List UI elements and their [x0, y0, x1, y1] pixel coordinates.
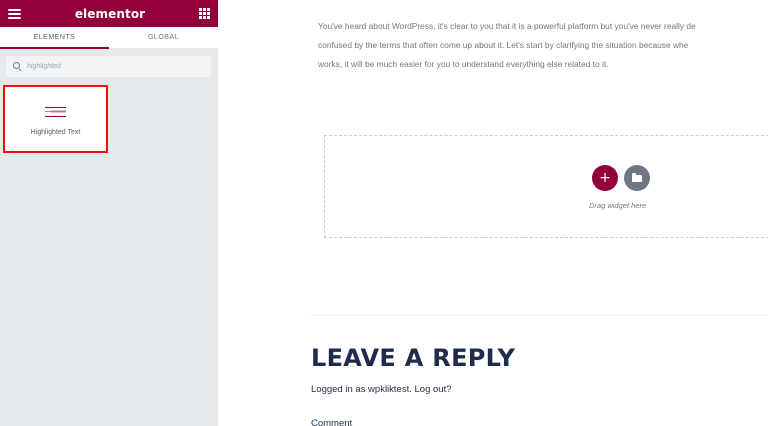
- logged-in-note: Logged in as wpkliktest. Log out?: [311, 384, 452, 395]
- folder-icon: [632, 173, 642, 182]
- intro-paragraph: You've heard about WordPress, it's clear…: [318, 17, 768, 75]
- plus-icon: +: [599, 170, 611, 186]
- elementor-editor: elementor ELEMENTS GLOBAL Highlighted Te…: [0, 0, 768, 426]
- apps-grid-icon[interactable]: [199, 8, 210, 19]
- logged-in-text: Logged in as wpkliktest.: [311, 384, 412, 395]
- panel-header: elementor: [0, 0, 218, 27]
- tab-global[interactable]: GLOBAL: [109, 27, 218, 49]
- reply-heading: LEAVE A REPLY: [311, 344, 516, 372]
- dropzone-buttons: +: [592, 165, 650, 191]
- dropzone-hint: Drag widget here: [589, 201, 647, 210]
- menu-icon[interactable]: [8, 8, 21, 19]
- intro-line: works, it will be much easier for you to…: [318, 59, 609, 70]
- search-icon: [13, 62, 22, 71]
- add-section-button[interactable]: +: [592, 165, 618, 191]
- panel-tabs: ELEMENTS GLOBAL: [0, 27, 218, 49]
- highlighted-text-icon: [45, 107, 66, 118]
- section-divider: [311, 315, 768, 316]
- intro-line: confused by the terms that often come up…: [318, 40, 689, 51]
- elementor-logo: elementor: [74, 6, 146, 21]
- logout-link[interactable]: Log out?: [415, 384, 452, 395]
- intro-line: You've heard about WordPress, it's clear…: [318, 21, 696, 31]
- tab-elements[interactable]: ELEMENTS: [0, 27, 109, 49]
- elementor-panel: elementor ELEMENTS GLOBAL Highlighted Te…: [0, 0, 218, 426]
- widget-dropzone[interactable]: + Drag widget here: [324, 135, 768, 238]
- widget-label: Highlighted Text: [30, 129, 81, 136]
- search-input[interactable]: [27, 63, 197, 70]
- widget-highlighted-text[interactable]: Highlighted Text: [3, 85, 108, 153]
- widget-search[interactable]: [6, 56, 211, 77]
- comment-label: Comment: [311, 418, 353, 426]
- preview-canvas: You've heard about WordPress, it's clear…: [218, 0, 768, 426]
- add-template-button[interactable]: [624, 165, 650, 191]
